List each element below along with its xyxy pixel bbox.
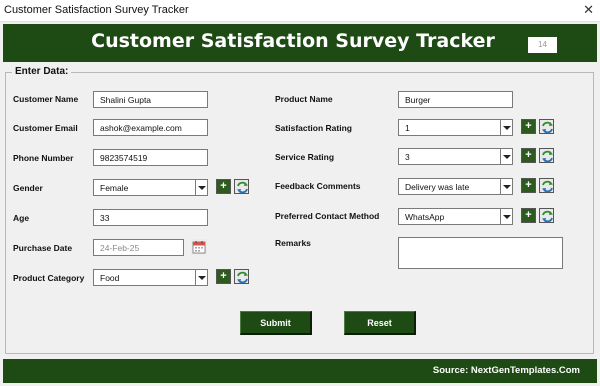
service-rating-select[interactable]: 3 — [398, 148, 513, 165]
feedback-comments-value: Delivery was late — [405, 182, 470, 192]
submit-button[interactable]: Submit — [240, 311, 312, 335]
window-title: Customer Satisfaction Survey Tracker — [4, 4, 189, 16]
record-id-field: 14 — [528, 37, 557, 53]
phone-number-input[interactable]: 9823574519 — [93, 149, 208, 166]
chevron-down-icon[interactable] — [500, 179, 512, 194]
preferred-contact-value: WhatsApp — [405, 212, 445, 222]
customer-email-label: Customer Email — [13, 123, 78, 133]
refresh-icon — [542, 180, 553, 193]
gender-select[interactable]: Female — [93, 179, 208, 196]
reset-button[interactable]: Reset — [344, 311, 416, 335]
purchase-date-input[interactable]: 24-Feb-25 — [93, 239, 184, 256]
product-category-value: Food — [100, 273, 120, 283]
page-title: Customer Satisfaction Survey Tracker — [91, 30, 495, 52]
chevron-down-icon[interactable] — [195, 270, 207, 285]
close-icon[interactable]: ✕ — [583, 2, 594, 18]
customer-name-label: Customer Name — [13, 94, 79, 104]
refresh-satisfaction-rating-button[interactable] — [539, 119, 554, 134]
add-satisfaction-rating-button[interactable]: + — [521, 119, 536, 134]
preferred-contact-select[interactable]: WhatsApp — [398, 208, 513, 225]
chevron-down-icon[interactable] — [195, 180, 207, 195]
refresh-icon — [542, 121, 553, 134]
purchase-date-label: Purchase Date — [13, 243, 73, 253]
satisfaction-rating-select[interactable]: 1 — [398, 119, 513, 136]
window-titlebar: Customer Satisfaction Survey Tracker ✕ — [0, 0, 600, 22]
service-rating-value: 3 — [405, 152, 410, 162]
gender-value: Female — [100, 183, 129, 193]
remarks-textarea[interactable] — [398, 237, 563, 269]
calendar-button[interactable] — [191, 239, 207, 255]
footer-source: Source: NextGenTemplates.Com — [432, 365, 580, 376]
customer-name-input[interactable]: Shalini Gupta — [93, 91, 208, 108]
refresh-preferred-contact-button[interactable] — [539, 208, 554, 223]
refresh-product-category-button[interactable] — [234, 269, 249, 284]
customer-email-input[interactable]: ashok@example.com — [93, 119, 208, 136]
feedback-comments-select[interactable]: Delivery was late — [398, 178, 513, 195]
refresh-icon — [542, 150, 553, 163]
product-name-input[interactable]: Burger — [398, 91, 513, 108]
chevron-down-icon[interactable] — [500, 149, 512, 164]
chevron-down-icon[interactable] — [500, 209, 512, 224]
satisfaction-rating-label: Satisfaction Rating — [275, 123, 352, 133]
product-name-label: Product Name — [275, 94, 333, 104]
add-product-category-button[interactable]: + — [216, 269, 231, 284]
refresh-icon — [237, 181, 248, 194]
frame-legend: Enter Data: — [12, 66, 72, 77]
refresh-gender-button[interactable] — [234, 179, 249, 194]
refresh-feedback-comments-button[interactable] — [539, 178, 554, 193]
product-category-label: Product Category — [13, 273, 85, 283]
remarks-label: Remarks — [275, 238, 311, 248]
chevron-down-icon[interactable] — [500, 120, 512, 135]
age-input[interactable]: 33 — [93, 209, 208, 226]
product-category-select[interactable]: Food — [93, 269, 208, 286]
add-service-rating-button[interactable]: + — [521, 148, 536, 163]
phone-number-label: Phone Number — [13, 153, 74, 163]
refresh-service-rating-button[interactable] — [539, 148, 554, 163]
add-preferred-contact-button[interactable]: + — [521, 208, 536, 223]
add-feedback-comments-button[interactable]: + — [521, 178, 536, 193]
satisfaction-rating-value: 1 — [405, 123, 410, 133]
refresh-icon — [237, 271, 248, 284]
preferred-contact-label: Preferred Contact Method — [275, 211, 380, 221]
gender-label: Gender — [13, 183, 43, 193]
feedback-comments-label: Feedback Comments — [275, 181, 361, 191]
calendar-icon — [192, 241, 206, 254]
service-rating-label: Service Rating — [275, 152, 335, 162]
footer-bar: Source: NextGenTemplates.Com — [3, 359, 597, 383]
refresh-icon — [542, 210, 553, 223]
add-gender-button[interactable]: + — [216, 179, 231, 194]
age-label: Age — [13, 213, 30, 223]
header-banner: Customer Satisfaction Survey Tracker 14 — [3, 24, 597, 62]
